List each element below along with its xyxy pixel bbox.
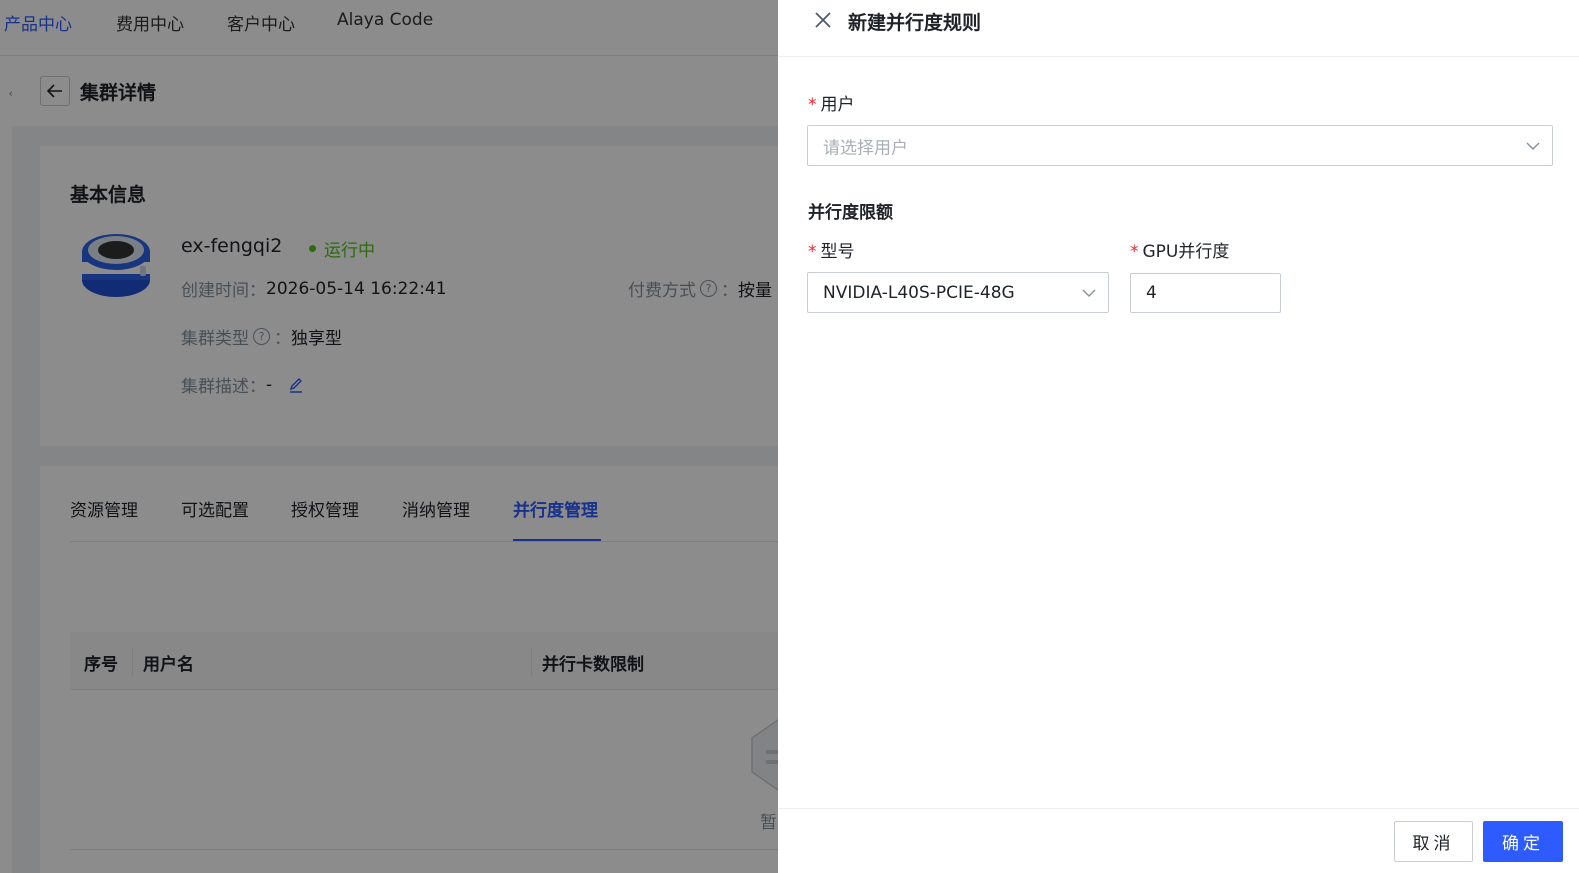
parallelism-quota-title: 并行度限额 — [808, 203, 893, 223]
chevron-down-icon — [1526, 142, 1540, 150]
required-mark: * — [1130, 242, 1139, 262]
gpu-parallelism-label-text: GPU并行度 — [1142, 242, 1230, 262]
required-mark: * — [808, 95, 817, 115]
gpu-parallelism-field-label: * GPU并行度 — [1130, 237, 1229, 262]
confirm-button[interactable]: 确定 — [1483, 821, 1563, 862]
gpu-parallelism-input[interactable] — [1131, 274, 1280, 312]
user-select[interactable]: 请选择用户 — [807, 125, 1553, 166]
required-mark: * — [808, 242, 817, 262]
model-label-text: 型号 — [820, 242, 855, 262]
model-field-label: * 型号 — [808, 237, 855, 262]
gpu-parallelism-input-wrapper — [1130, 273, 1281, 313]
user-field-label: * 用户 — [808, 90, 855, 115]
cancel-button[interactable]: 取消 — [1394, 821, 1473, 862]
new-parallelism-rule-drawer: 新建并行度规则 * 用户 请选择用户 并行度限额 * 型号 NVIDIA-L40S-… — [778, 0, 1579, 873]
close-button[interactable] — [812, 8, 834, 32]
close-icon — [815, 12, 831, 28]
drawer-title: 新建并行度规则 — [848, 12, 982, 34]
user-select-placeholder: 请选择用户 — [823, 138, 908, 158]
drawer-footer: 取消 确定 — [778, 808, 1579, 873]
user-label-text: 用户 — [820, 95, 855, 115]
model-select-value: NVIDIA-L40S-PCIE-48G — [823, 282, 1015, 303]
drawer-header: 新建并行度规则 — [778, 0, 1579, 57]
chevron-down-icon — [1082, 289, 1096, 297]
model-select[interactable]: NVIDIA-L40S-PCIE-48G — [807, 272, 1109, 313]
